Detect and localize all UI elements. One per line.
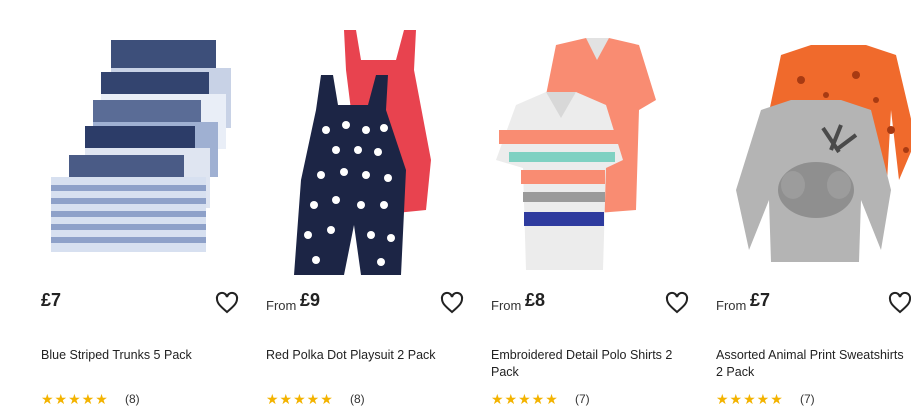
star-rating: ★★★★★ <box>266 391 334 407</box>
product-card[interactable]: From £8 Embroidered Detail Polo Shirts 2… <box>491 0 716 413</box>
product-title[interactable]: Blue Striped Trunks 5 Pack <box>41 347 246 364</box>
review-count: (7) <box>800 392 815 406</box>
review-count: (8) <box>125 392 140 406</box>
price-row: From £8 <box>491 290 716 320</box>
polka-dot-playsuit-image <box>294 30 431 275</box>
product-image[interactable] <box>266 0 491 285</box>
star-rating: ★★★★★ <box>41 391 109 407</box>
product-image[interactable] <box>491 0 716 285</box>
price-row: From £7 <box>716 290 911 320</box>
product-image[interactable] <box>41 0 266 285</box>
star-rating: ★★★★★ <box>716 391 784 407</box>
star-rating: ★★★★★ <box>491 391 559 407</box>
product-title[interactable]: Red Polka Dot Playsuit 2 Pack <box>266 347 471 364</box>
polo-shirts-image <box>496 38 656 270</box>
price-row: £7 <box>41 290 266 320</box>
price: £7 <box>41 290 62 310</box>
striped-trunks-image <box>51 40 231 252</box>
product-title[interactable]: Assorted Animal Print Sweatshirts 2 Pack <box>716 347 908 381</box>
product-card[interactable]: From £9 Red Polka Dot Playsuit 2 Pack ★★… <box>266 0 491 413</box>
price: £9 <box>300 290 321 310</box>
heart-icon[interactable] <box>215 291 239 315</box>
review-count: (8) <box>350 392 365 406</box>
heart-icon[interactable] <box>888 291 911 315</box>
from-label: From <box>491 298 522 313</box>
price: £7 <box>750 290 771 310</box>
heart-icon[interactable] <box>665 291 689 315</box>
product-grid: £7 Blue Striped Trunks 5 Pack ★★★★★ (8) <box>0 0 911 413</box>
product-card[interactable]: From £7 Assorted Animal Print Sweatshirt… <box>716 0 911 413</box>
product-title[interactable]: Embroidered Detail Polo Shirts 2 Pack <box>491 347 696 381</box>
price: £8 <box>525 290 546 310</box>
review-count: (7) <box>575 392 590 406</box>
product-image[interactable] <box>716 0 911 285</box>
animal-sweatshirts-image <box>736 45 911 262</box>
product-card[interactable]: £7 Blue Striped Trunks 5 Pack ★★★★★ (8) <box>41 0 266 413</box>
price-row: From £9 <box>266 290 491 320</box>
heart-icon[interactable] <box>440 291 464 315</box>
from-label: From <box>716 298 747 313</box>
from-label: From <box>266 298 297 313</box>
